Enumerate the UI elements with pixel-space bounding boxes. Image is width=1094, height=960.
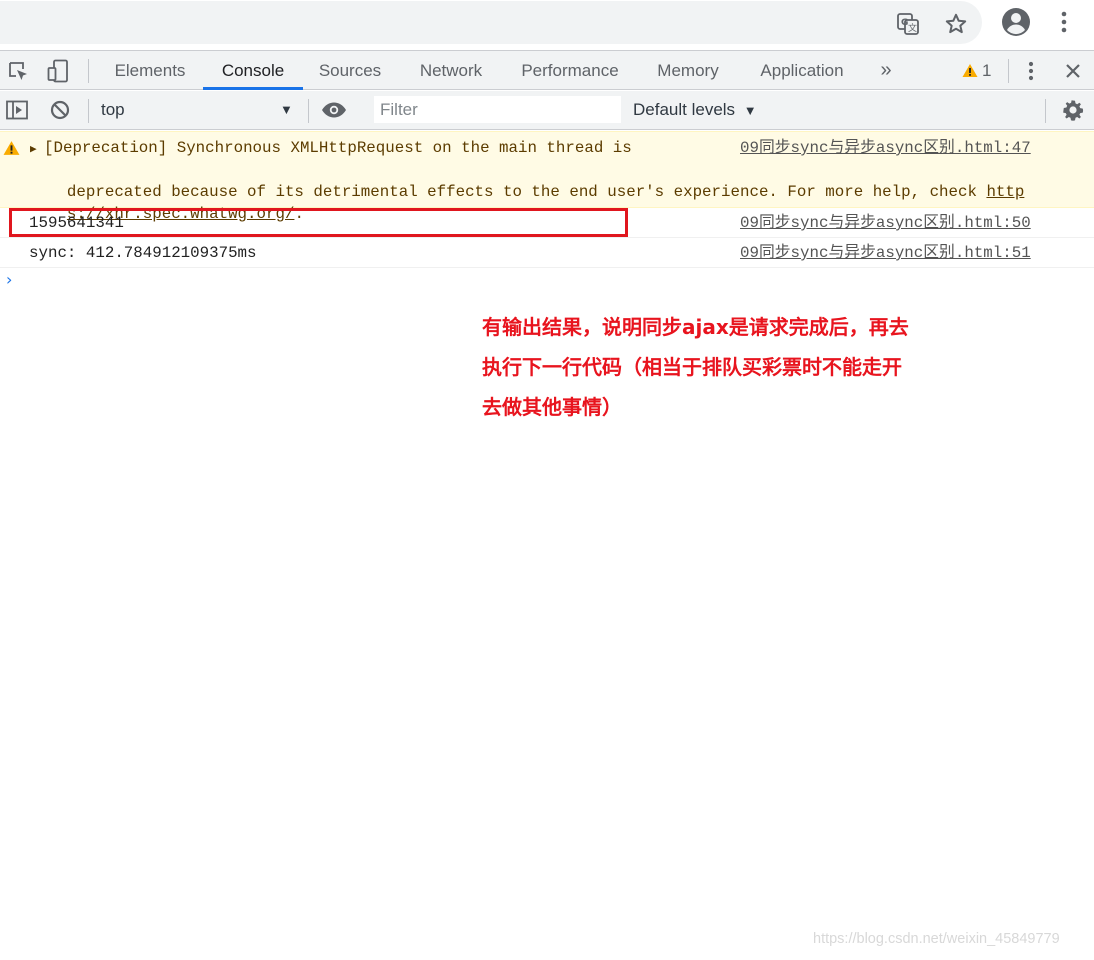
warning-text-line-1: [Deprecation] Synchronous XMLHttpRequest… bbox=[44, 139, 632, 157]
tab-sources[interactable]: Sources bbox=[307, 51, 393, 90]
xhr-spec-link-part1[interactable]: http bbox=[986, 183, 1024, 201]
device-toolbar-icon[interactable] bbox=[45, 58, 71, 84]
tab-memory[interactable]: Memory bbox=[643, 51, 733, 90]
bookmark-star-icon[interactable] bbox=[941, 9, 971, 39]
separator bbox=[1045, 99, 1046, 123]
tab-network[interactable]: Network bbox=[403, 51, 499, 90]
separator bbox=[1008, 59, 1009, 83]
filter-input[interactable] bbox=[374, 96, 621, 123]
warning-icon bbox=[3, 141, 20, 155]
dropdown-arrow-icon: ▼ bbox=[280, 102, 293, 117]
warning-counter[interactable]: 1 bbox=[962, 51, 991, 90]
svg-text:文: 文 bbox=[908, 22, 917, 34]
translate-icon[interactable]: G文 bbox=[893, 9, 923, 39]
annotation-line: 有输出结果，说明同步ajax是请求完成后，再去 bbox=[482, 315, 909, 339]
profile-avatar-icon[interactable] bbox=[1001, 7, 1031, 37]
separator bbox=[308, 99, 309, 123]
warning-count: 1 bbox=[982, 60, 992, 80]
log-levels-dropdown[interactable]: Default levels ▼ bbox=[633, 91, 757, 130]
separator bbox=[88, 59, 89, 83]
inspect-element-icon[interactable] bbox=[5, 58, 31, 84]
tab-console[interactable]: Console bbox=[203, 51, 303, 90]
log-levels-label: Default levels bbox=[633, 100, 736, 119]
active-tab-indicator bbox=[203, 87, 303, 90]
separator bbox=[88, 99, 89, 123]
more-tabs-button[interactable]: » bbox=[874, 51, 898, 90]
address-bar[interactable]: G文 bbox=[0, 1, 982, 44]
red-highlight-box bbox=[9, 208, 628, 237]
settings-gear-icon[interactable] bbox=[1060, 97, 1086, 123]
tab-elements[interactable]: Elements bbox=[101, 51, 199, 90]
source-link[interactable]: 09同步sync与异步async区别.html:50 bbox=[740, 208, 1031, 238]
clear-console-icon[interactable] bbox=[47, 97, 73, 123]
annotation-line: 执行下一行代码（相当于排队买彩票时不能走开 bbox=[482, 355, 902, 379]
console-warning-message: ▶ [Deprecation] Synchronous XMLHttpReque… bbox=[0, 131, 1094, 223]
expand-triangle-icon[interactable]: ▶ bbox=[30, 142, 37, 156]
show-sidebar-icon[interactable] bbox=[4, 97, 30, 123]
console-log-message: sync: 412.784912109375ms 09同步sync与异步asyn… bbox=[0, 238, 1094, 268]
annotation-line: 去做其他事情） bbox=[482, 395, 622, 419]
console-prompt-chevron-icon[interactable]: › bbox=[6, 270, 12, 289]
live-expression-eye-icon[interactable] bbox=[321, 97, 347, 123]
console-toolbar: top ▼ Default levels ▼ bbox=[0, 91, 1094, 130]
source-link[interactable]: 09同步sync与异步async区别.html:47 bbox=[740, 137, 1031, 159]
context-label: top bbox=[101, 100, 125, 119]
context-selector[interactable]: top ▼ bbox=[90, 91, 302, 129]
tab-performance[interactable]: Performance bbox=[509, 51, 631, 90]
watermark: https://blog.csdn.net/weixin_45849779 bbox=[813, 931, 1060, 947]
dropdown-arrow-icon: ▼ bbox=[743, 103, 757, 118]
red-annotation-note: 有输出结果，说明同步ajax是请求完成后，再去 执行下一行代码（相当于排队买彩票… bbox=[482, 307, 962, 427]
devtools-menu-icon[interactable] bbox=[1018, 58, 1044, 84]
warning-icon bbox=[962, 64, 978, 77]
warning-text-line-2: deprecated because of its detrimental ef… bbox=[29, 159, 1024, 201]
log-text: sync: 412.784912109375ms bbox=[29, 244, 257, 262]
warning-text-line-3: s://xhr.spec.whatwg.org/. bbox=[29, 181, 304, 223]
source-link[interactable]: 09同步sync与异步async区别.html:51 bbox=[740, 238, 1031, 268]
devtools-tab-bar: Elements Console Sources Network Perform… bbox=[0, 50, 1094, 90]
close-icon[interactable] bbox=[1060, 58, 1086, 84]
browser-top-bar: G文 bbox=[0, 0, 1094, 48]
tab-application[interactable]: Application bbox=[745, 51, 859, 90]
browser-menu-icon[interactable] bbox=[1049, 7, 1079, 37]
